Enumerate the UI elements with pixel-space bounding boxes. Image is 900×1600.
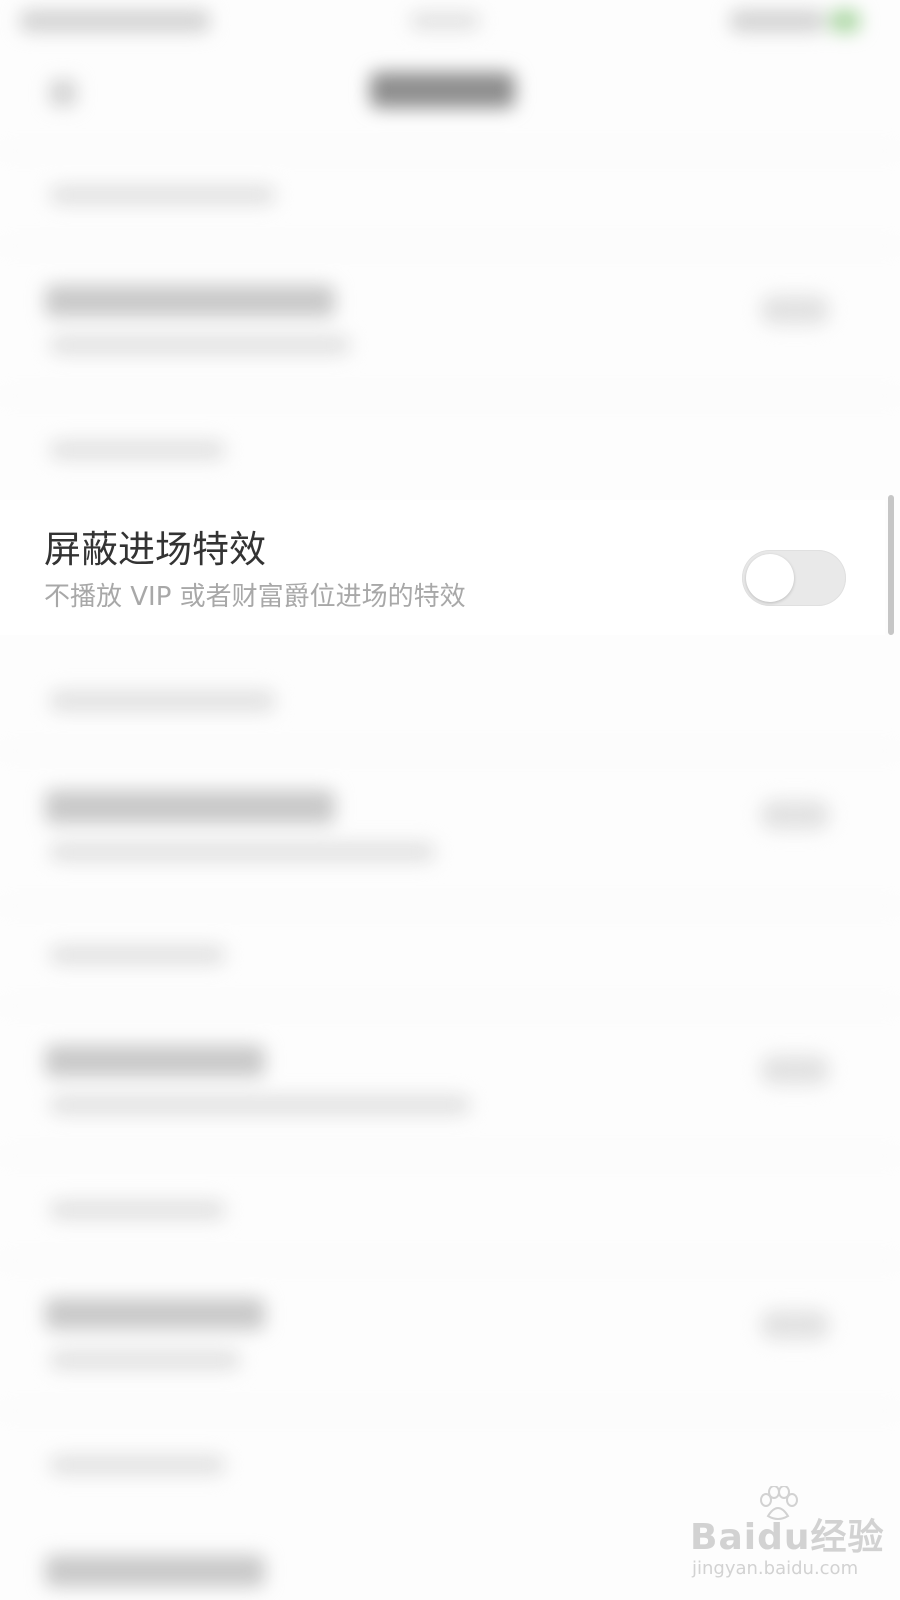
entrance-effects-toggle[interactable] (742, 550, 846, 606)
watermark-logo-text: Baidu经验 (690, 1517, 885, 1558)
row11-title-blur (45, 1555, 265, 1587)
row10-title-blur (50, 1455, 225, 1475)
settings-screen: 屏蔽进场特效 不播放 VIP 或者财富爵位进场的特效 Baidu经验 jingy… (0, 0, 900, 1600)
row9-toggle-blur[interactable] (760, 1310, 830, 1340)
toggle-knob (746, 554, 794, 602)
baidu-jingyan-watermark: Baidu经验 jingyan.baidu.com (690, 1486, 883, 1588)
row-divider (0, 1410, 900, 1412)
status-bar-center-blur (410, 12, 480, 30)
row1-title-blur (50, 185, 275, 205)
row8-title-blur (50, 1200, 225, 1220)
row5-sub-blur (50, 842, 435, 862)
watermark-url: jingyan.baidu.com (692, 1558, 859, 1579)
row-divider (0, 1155, 900, 1157)
row7-sub-blur (50, 1095, 470, 1115)
row-divider (0, 1260, 900, 1262)
row-divider (0, 905, 900, 907)
row5-toggle-blur[interactable] (760, 800, 830, 830)
nav-title-blur (370, 72, 515, 108)
row3-title-blur (50, 440, 225, 460)
nav-divider (0, 150, 900, 152)
row-divider (0, 395, 900, 397)
setting-description: 不播放 VIP 或者财富爵位进场的特效 (44, 582, 466, 612)
row9-sub-blur (50, 1350, 240, 1370)
row2-toggle-blur[interactable] (760, 295, 830, 325)
status-bar-left-blur (20, 10, 210, 32)
row5-title-blur (45, 790, 335, 824)
row2-title-blur (45, 285, 335, 317)
row9-title-blur (45, 1298, 265, 1330)
setting-row-block-entrance-effects[interactable]: 屏蔽进场特效 不播放 VIP 或者财富爵位进场的特效 (0, 500, 885, 635)
row-divider (0, 245, 900, 247)
status-bar-right-blur (730, 10, 825, 32)
row7-title-blur (45, 1045, 265, 1077)
row-divider (0, 750, 900, 752)
row7-toggle-blur[interactable] (760, 1055, 830, 1085)
row-divider (0, 1005, 900, 1007)
setting-title: 屏蔽进场特效 (44, 528, 266, 571)
scrollbar-thumb[interactable] (888, 495, 894, 635)
back-icon[interactable] (50, 80, 76, 106)
row4-title-blur (50, 690, 275, 712)
row2-sub-blur (50, 335, 350, 355)
blurred-background (0, 0, 900, 1600)
row6-title-blur (50, 945, 225, 965)
battery-blur (830, 10, 860, 32)
